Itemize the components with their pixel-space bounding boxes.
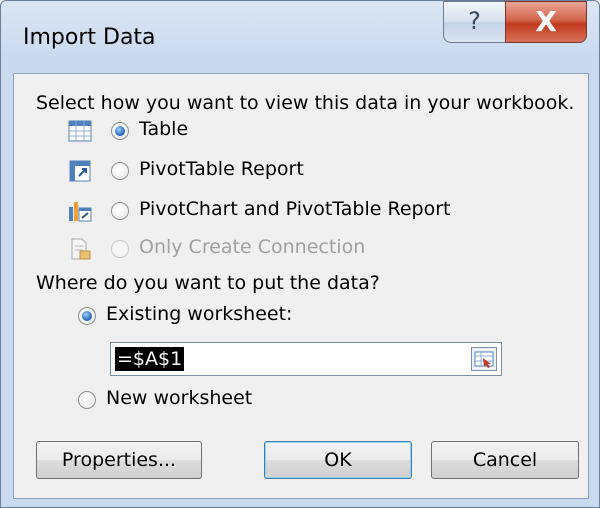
pivotchart-icon bbox=[69, 202, 92, 222]
ok-button[interactable]: OK bbox=[264, 441, 412, 479]
close-button[interactable]: X bbox=[505, 1, 587, 43]
option-connection-label: Only Create Connection bbox=[139, 236, 366, 258]
new-worksheet-label[interactable]: New worksheet bbox=[106, 387, 252, 409]
option-pivotchart-label[interactable]: PivotChart and PivotTable Report bbox=[139, 198, 450, 220]
option-table-label[interactable]: Table bbox=[139, 118, 188, 140]
cell-reference-input[interactable]: =$A$1 bbox=[110, 342, 502, 376]
dialog-body: Select how you want to view this data in… bbox=[13, 73, 589, 499]
cancel-button[interactable]: Cancel bbox=[431, 441, 579, 479]
properties-button[interactable]: Properties... bbox=[36, 441, 202, 479]
connection-icon bbox=[71, 238, 91, 260]
radio-pivotchart[interactable] bbox=[111, 202, 129, 220]
cell-reference-value: =$A$1 bbox=[115, 347, 185, 371]
help-icon: ? bbox=[468, 7, 481, 35]
help-button[interactable]: ? bbox=[443, 1, 506, 43]
dialog-title: Import Data bbox=[23, 25, 156, 50]
radio-connection[interactable] bbox=[111, 240, 129, 258]
radio-table[interactable] bbox=[111, 122, 129, 140]
view-prompt: Select how you want to view this data in… bbox=[36, 92, 575, 114]
collapse-dialog-icon[interactable] bbox=[471, 347, 497, 371]
option-pivottable-label[interactable]: PivotTable Report bbox=[139, 158, 304, 180]
pivottable-icon bbox=[69, 160, 91, 182]
destination-prompt: Where do you want to put the data? bbox=[36, 272, 380, 294]
radio-pivottable[interactable] bbox=[111, 162, 129, 180]
radio-new-worksheet[interactable] bbox=[78, 391, 96, 409]
table-icon bbox=[68, 120, 92, 142]
existing-worksheet-label[interactable]: Existing worksheet: bbox=[106, 303, 292, 325]
title-bar[interactable]: Import Data ? X bbox=[1, 1, 599, 71]
import-data-dialog: Import Data ? X Select how you want to v… bbox=[0, 0, 600, 508]
close-icon: X bbox=[535, 5, 557, 38]
radio-existing-worksheet[interactable] bbox=[78, 307, 96, 325]
